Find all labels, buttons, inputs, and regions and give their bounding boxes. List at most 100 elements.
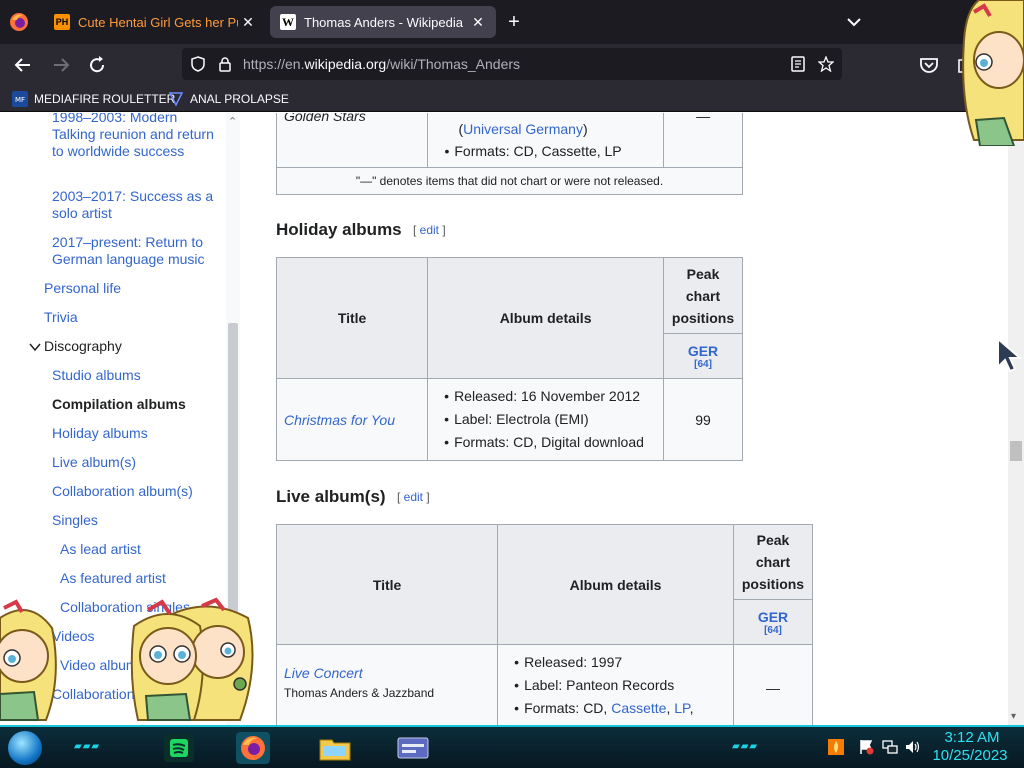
toc-item[interactable]: As lead artist — [60, 541, 141, 558]
mouse-cursor-icon — [997, 337, 1022, 373]
label-link[interactable]: Universal Germany — [463, 121, 583, 137]
format-link[interactable]: Cassette — [611, 700, 666, 716]
album-formats: Formats: CD, Cassette, LP, — [514, 697, 726, 720]
toc-item[interactable]: As featured artist — [60, 570, 166, 587]
album-released: Released: 1997 — [514, 651, 726, 674]
toc-item[interactable]: 2017–present: Return to German language … — [52, 234, 222, 268]
shield-icon[interactable] — [190, 56, 206, 72]
tab-title: Cute Hentai Girl Gets her Pussy — [78, 14, 238, 30]
holiday-albums-table: Title Album details Peak chart positions… — [275, 257, 743, 461]
compilation-albums-table: Golden Stars (Universal Germany) Formats… — [275, 113, 743, 195]
scroll-down-arrow-icon[interactable]: ▾ — [1011, 711, 1016, 722]
toc-item[interactable]: Collaboration — [52, 686, 135, 703]
live-albums-table: Title Album details Peak chart positions… — [275, 524, 814, 725]
table-row: Live Concert Thomas Anders & Jazzband Re… — [275, 644, 814, 725]
toc-item[interactable]: Trivia — [44, 309, 78, 326]
clock-time[interactable]: 3:12 AM — [940, 729, 1004, 746]
tab-inactive[interactable]: PH Cute Hentai Girl Gets her Pussy ✕ — [44, 6, 266, 38]
toc-item[interactable]: Collaboration album(s) — [52, 483, 193, 500]
program-window-icon[interactable] — [396, 732, 430, 764]
screen: PH Cute Hentai Girl Gets her Pussy ✕ W T… — [0, 0, 1024, 768]
flame-tray-icon[interactable] — [828, 739, 844, 755]
album-released: Released: 16 November 2012 — [444, 385, 656, 408]
tab-active[interactable]: W Thomas Anders - Wikipedia ✕ — [270, 6, 496, 38]
tab-title: Thomas Anders - Wikipedia — [304, 14, 463, 30]
bookmark-anal-prolapse[interactable]: ANAL PROLAPSE — [168, 90, 289, 108]
clock-date[interactable]: 10/25/2023 — [930, 747, 1010, 764]
lock-icon[interactable] — [217, 56, 233, 72]
chart-link-ger[interactable]: GER — [758, 609, 788, 625]
pocket-icon[interactable] — [916, 52, 942, 78]
taskbar-decoration: ▰▰▰ — [74, 741, 101, 752]
chevron-down-icon[interactable] — [29, 341, 41, 353]
firefox-menu-icon[interactable] — [8, 11, 30, 33]
album-artist: Thomas Anders & Jazzband — [284, 686, 435, 700]
bookmark-star-icon[interactable] — [818, 56, 834, 72]
col-header-details: Album details — [497, 524, 734, 645]
mediafire-icon: MF — [12, 91, 28, 107]
back-arrow-icon[interactable] — [10, 52, 36, 78]
toc-item[interactable]: Personal life — [44, 280, 121, 297]
nav-bar: https://en.wikipedia.org/wiki/Thomas_And… — [0, 44, 1024, 84]
url-text[interactable]: https://en.wikipedia.org/wiki/Thomas_And… — [243, 56, 520, 72]
toc-item[interactable]: Discography — [44, 338, 122, 355]
album-formats: Formats: CD, Cassette, LP — [444, 140, 656, 163]
reader-view-icon[interactable] — [790, 56, 806, 72]
reload-icon[interactable] — [84, 52, 110, 78]
bookmark-mediafire[interactable]: MF MEDIAFIRE ROULETTER — [12, 90, 175, 108]
album-title-link[interactable]: Christmas for You — [275, 378, 429, 461]
col-header-title: Title — [275, 524, 499, 645]
toc-item-current[interactable]: Compilation albums — [52, 396, 186, 413]
album-title-link[interactable]: Live Concert — [284, 665, 490, 681]
cartoon-girls-sticker-icon — [130, 597, 254, 721]
scroll-up-arrow-icon[interactable]: ⌃ — [228, 115, 237, 128]
file-explorer-icon[interactable] — [318, 732, 352, 764]
chart-link-ger[interactable]: GER — [688, 343, 718, 359]
page-scrollbar-thumb[interactable] — [1010, 441, 1022, 461]
peak-position: — — [663, 113, 743, 168]
url-bar[interactable]: https://en.wikipedia.org/wiki/Thomas_And… — [182, 48, 842, 80]
action-center-flag-icon[interactable] — [858, 739, 874, 755]
chevron-down-icon[interactable] — [844, 12, 864, 32]
spotify-icon[interactable] — [162, 732, 196, 764]
firefox-icon[interactable] — [236, 732, 270, 764]
reference-link[interactable]: [64] — [741, 625, 805, 636]
album-details: Released: 1997 Label: Panteon Records Fo… — [497, 644, 734, 725]
close-tab-icon[interactable]: ✕ — [468, 12, 488, 32]
taskbar: ▰▰▰ ▰▰▰ 3:12 AM 10/25/2023 — [0, 725, 1024, 768]
format-link[interactable]: LP — [674, 700, 689, 716]
taskbar-decoration: ▰▰▰ — [732, 741, 759, 752]
album-label: Label: Panteon Records — [514, 674, 726, 697]
network-icon[interactable] — [882, 739, 898, 755]
volume-icon[interactable] — [904, 739, 920, 755]
toc-item[interactable]: Singles — [52, 512, 98, 529]
table-row: Christmas for You Released: 16 November … — [275, 378, 743, 461]
col-header-title: Title — [275, 257, 429, 379]
bookmark-page-icon — [168, 92, 184, 107]
col-header-peak: Peak chart positions — [732, 524, 814, 600]
album-formats: Formats: CD, Digital download — [444, 431, 656, 454]
col-header-chart: GER [64] — [732, 599, 814, 645]
close-tab-icon[interactable]: ✕ — [238, 12, 258, 32]
bookmark-label: MEDIAFIRE ROULETTER — [34, 92, 176, 106]
reference-link[interactable]: [64] — [671, 359, 735, 370]
bookmark-label: ANAL PROLAPSE — [190, 92, 289, 106]
toc-item[interactable]: 1998–2003: Modern Talking reunion and re… — [52, 113, 222, 160]
toc-item[interactable]: Live album(s) — [52, 454, 136, 471]
start-orb-icon[interactable] — [8, 731, 42, 765]
toc-item[interactable]: Holiday albums — [52, 425, 148, 442]
toc-item[interactable]: 2003–2017: Success as a solo artist — [52, 188, 217, 222]
album-title-cell: Live Concert Thomas Anders & Jazzband — [275, 644, 499, 725]
edit-link[interactable]: [ edit ] — [397, 490, 430, 504]
col-header-details: Album details — [427, 257, 665, 379]
section-heading: Live album(s) — [276, 487, 386, 506]
col-header-peak: Peak chart positions — [663, 257, 743, 334]
toc-item[interactable]: Studio albums — [52, 367, 141, 384]
cartoon-girl-sticker-icon — [0, 599, 57, 721]
section-heading: Holiday albums — [276, 220, 402, 239]
forward-arrow-icon[interactable] — [48, 52, 74, 78]
page-scrollbar[interactable] — [1008, 113, 1024, 725]
album-details: Released: 16 November 2012 Label: Electr… — [427, 378, 665, 461]
new-tab-button[interactable]: + — [502, 11, 526, 35]
edit-link[interactable]: [ edit ] — [413, 223, 446, 237]
